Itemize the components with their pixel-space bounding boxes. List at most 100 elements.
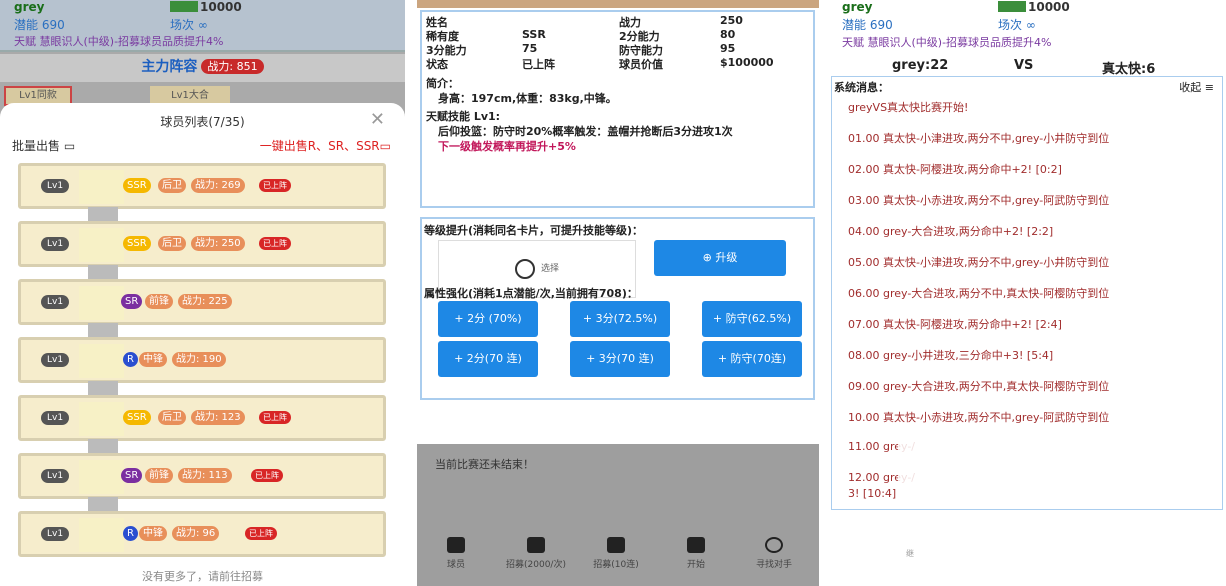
level-badge: Lv1 <box>41 237 70 251</box>
player-avatar <box>79 344 124 378</box>
enhance-defense-button[interactable]: + 防守(62.5%) <box>702 301 802 337</box>
upgrade-label: 升级 <box>715 251 738 264</box>
log-entry: 01.00 真太快-小津进攻,两分不中,grey-小井防守到位 <box>848 132 1110 145</box>
log-entry: 05.00 真太快-小津进攻,两分不中,grey-小井防守到位 <box>848 256 1110 269</box>
level-badge: Lv1 <box>41 411 70 425</box>
one-key-sell-button[interactable]: 一键出售R、SR、SSR▭ <box>260 137 391 154</box>
level-badge: Lv1 <box>41 179 70 193</box>
upgrade-title: 等级提升(消耗同名卡片，可提升技能等级)： <box>424 224 644 237</box>
sheet-title: 球员列表(7/35) <box>160 115 245 129</box>
on-court-badge: 已上阵 <box>259 237 291 250</box>
on-court-badge: 已上阵 <box>259 179 291 192</box>
enhance-3pt-batch-button[interactable]: + 3分(70 连) <box>570 341 670 377</box>
on-court-badge: 已上阵 <box>259 411 291 424</box>
player-card[interactable]: Lv1 SSR 后卫 战力: 123 已上阵 <box>18 395 386 441</box>
money-value: 10000 <box>200 0 242 14</box>
footer-text: 继 <box>906 549 914 558</box>
enhance-defense-batch-button[interactable]: + 防守(70连) <box>702 341 802 377</box>
info-v2: 250 <box>720 14 743 27</box>
bag-icon <box>527 537 545 553</box>
power-badge: 战力: 96 <box>172 526 220 541</box>
player-card[interactable]: Lv1 SSR 后卫 战力: 250 已上阵 <box>18 221 386 267</box>
log-entry: greyVS真太快比赛开始! <box>848 101 969 114</box>
username: grey <box>842 0 873 14</box>
tab-players[interactable]: 球员 <box>421 537 491 570</box>
talent-text: 天赋 慧眼识人(中级)-招募球员品质提升4% <box>842 36 1052 49</box>
tab-recruit-ten[interactable]: 招募(10连) <box>581 537 651 570</box>
power-badge: 战力: 190 <box>172 352 226 367</box>
talent-text: 天赋 慧眼识人(中级)-招募球员品质提升4% <box>14 35 224 48</box>
enhance-2pt-batch-button[interactable]: + 2分(70 连) <box>438 341 538 377</box>
bulk-sell-label: 批量出售 <box>12 139 61 153</box>
player-card[interactable]: Lv1 R 中锋 战力: 190 <box>18 337 386 383</box>
tab-recruit-single-label: 招募(2000/次) <box>506 560 566 570</box>
match-log-panel: grey 10000 潜能 690 场次 ∞ 天赋 慧眼识人(中级)-招募球员品… <box>828 0 1226 586</box>
tab-find-opponent-label: 寻找对手 <box>755 560 792 570</box>
search-icon <box>765 537 783 553</box>
info-v: SSR <box>522 28 546 41</box>
position-badge: 后卫 <box>158 178 186 193</box>
bulk-sell-button[interactable]: 批量出售 ▭ <box>12 137 75 154</box>
tab-find-opponent[interactable]: 寻找对手 <box>739 537 809 570</box>
player-list-sheet: 球员列表(7/35) ✕ 批量出售 ▭ 一键出售R、SR、SSR▭ Lv1 SSR… <box>0 103 405 586</box>
talent-next: 下一级触发概率再提升+5% <box>438 140 576 153</box>
rarity-badge: SSR <box>123 410 151 425</box>
on-court-badge: 已上阵 <box>245 527 277 540</box>
log-entry: 02.00 真太快-阿樱进攻,两分命中+2! [0:2] <box>848 163 1062 176</box>
scoreboard: grey:22 VS 真太快:6 <box>828 58 1226 77</box>
position-badge: 前锋 <box>145 294 173 309</box>
enhance-2pt-button[interactable]: + 2分 (70%) <box>438 301 538 337</box>
log-entry: 06.00 grey-大合进攻,两分不中,真太快-阿樱防守到位 <box>848 287 1110 300</box>
potential: 潜能 690 <box>842 18 893 32</box>
position-badge: 中锋 <box>139 526 167 541</box>
player-avatar <box>79 228 124 262</box>
tab-recruit-ten-label: 招募(10连) <box>593 560 639 570</box>
match-status-msg: 当前比赛还未结束！ <box>435 458 534 471</box>
player-info-box: 姓名 战力 250 稀有度 SSR 2分能力 80 3分能力 75 防守能力 95 状态 已上阵 球员价值… <box>420 10 815 208</box>
no-more-text: 没有更多了，请前往招募 <box>142 570 263 583</box>
info-k2: 球员价值 <box>619 58 663 71</box>
log-entry: 07.00 真太快-阿樱进攻,两分命中+2! [2:4] <box>848 318 1062 331</box>
username: grey <box>14 0 45 14</box>
away-score: 真太快:6 <box>1102 62 1156 77</box>
user-header: grey 10000 潜能 690 场次 ∞ 天赋 慧眼识人(中级)-招募球员品… <box>0 0 405 50</box>
tab-players-label: 球员 <box>446 560 465 570</box>
players-icon <box>447 537 465 553</box>
power-badge: 战力: 225 <box>178 294 232 309</box>
position-badge: 后卫 <box>158 236 186 251</box>
potential: 潜能 690 <box>14 18 65 32</box>
player-card[interactable]: Lv1 SSR 后卫 战力: 269 已上阵 <box>18 163 386 209</box>
log-entry: 09.00 grey-大合进攻,两分不中,真太快-阿樱防守到位 <box>848 380 1110 393</box>
select-label: 选择 <box>540 264 559 274</box>
log-entry: 3! [10:4] <box>848 487 897 500</box>
info-k: 状态 <box>426 58 448 71</box>
money-value: 10000 <box>1028 0 1070 14</box>
player-card[interactable]: Lv1 R 中锋 战力: 96 已上阵 <box>18 511 386 557</box>
talent-body: 后仰投篮：防守时20%概率触发：盖帽并抢断后3分进攻1次 <box>438 125 733 138</box>
enhance-3pt-button[interactable]: + 3分(72.5%) <box>570 301 670 337</box>
lineup-header: 主力阵容 战力: 851 <box>0 54 405 82</box>
tab-recruit-single[interactable]: 招募(2000/次) <box>501 537 571 570</box>
log-entry: 04.00 grey-大合进攻,两分命中+2! [2:2] <box>848 225 1054 238</box>
player-card[interactable]: Lv1 SR 前锋 战力: 113 已上阵 <box>18 453 386 499</box>
player-avatar <box>79 518 124 552</box>
upload-icon: ⊕ <box>702 251 716 264</box>
close-icon[interactable]: ✕ <box>370 109 385 130</box>
position-badge: 后卫 <box>158 410 186 425</box>
position-badge: 中锋 <box>139 352 167 367</box>
rarity-badge: SR <box>121 468 143 483</box>
power-badge: 战力: 269 <box>191 178 245 193</box>
user-icon <box>514 258 535 279</box>
lineup-power-badge: 战力: 851 <box>201 59 264 74</box>
cash-icon <box>170 1 198 12</box>
money: 10000 <box>998 0 1070 14</box>
tab-start[interactable]: 开始 <box>661 537 731 570</box>
log-entry: 08.00 grey-小井进攻,三分命中+3! [5:4] <box>848 349 1054 362</box>
player-avatar <box>79 170 124 204</box>
rarity-badge: SR <box>121 294 143 309</box>
log-entry: 03.00 真太快-小赤进攻,两分不中,grey-阿武防守到位 <box>848 194 1110 207</box>
upgrade-button[interactable]: ⊕ 升级 <box>654 240 786 276</box>
collapse-button[interactable]: 收起 ≡ <box>1179 79 1214 95</box>
player-card[interactable]: Lv1 SR 前锋 战力: 225 <box>18 279 386 325</box>
user-header: grey 10000 潜能 690 场次 ∞ 天赋 慧眼识人(中级)-招募球员品… <box>828 0 1226 52</box>
